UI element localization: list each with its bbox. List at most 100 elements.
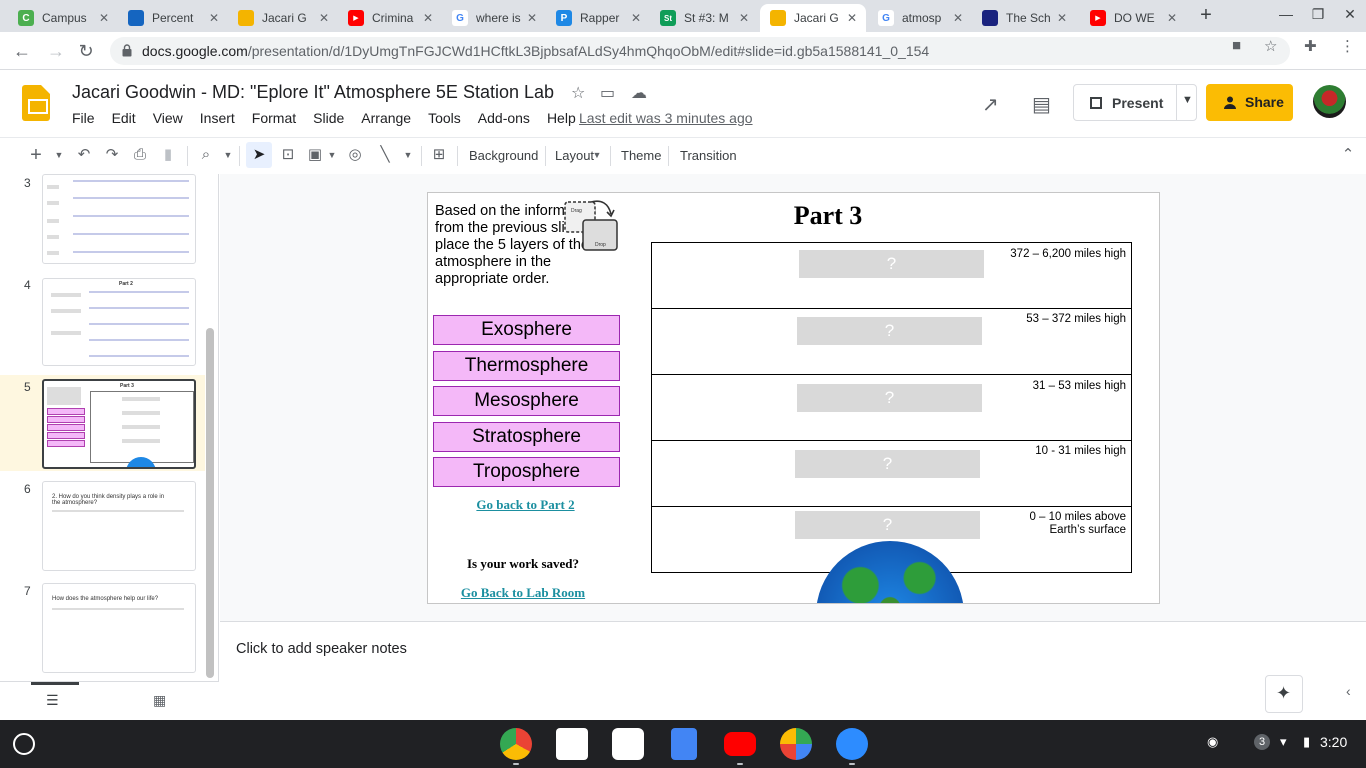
account-avatar[interactable] <box>1313 85 1346 118</box>
chevron-down-icon[interactable]: ▼ <box>1182 94 1193 106</box>
wifi-icon[interactable]: ▾ <box>1280 734 1287 750</box>
menu-tools[interactable]: Tools <box>428 110 461 126</box>
transition-button[interactable]: Transition <box>680 148 737 163</box>
new-slide-icon[interactable]: + <box>26 145 46 165</box>
paint-format-icon[interactable]: ▮ <box>158 146 178 164</box>
shape-icon[interactable]: ◎ <box>345 146 365 164</box>
text-box-icon[interactable]: ⊡ <box>278 146 298 164</box>
side-panel-chevron-icon[interactable]: ‹ <box>1346 683 1351 699</box>
theme-button[interactable]: Theme <box>621 148 661 163</box>
reload-icon[interactable]: ↻ <box>74 40 98 62</box>
drop-zone[interactable]: ? <box>797 384 982 412</box>
slide-thumbnail-6[interactable]: 2. How do you think density plays a role… <box>42 481 196 571</box>
slide-5[interactable]: Based on the information from the previo… <box>427 192 1160 604</box>
browser-tab[interactable]: G where is ✕ <box>442 4 546 32</box>
menu-slide[interactable]: Slide <box>313 110 344 126</box>
layer-card-exosphere[interactable]: Exosphere <box>433 315 620 345</box>
youtube-app-icon[interactable] <box>724 732 756 756</box>
bookmark-star-icon[interactable]: ☆ <box>1264 37 1277 55</box>
close-tab-icon[interactable]: ✕ <box>844 11 860 25</box>
select-cursor-icon[interactable]: ➤ <box>246 142 272 168</box>
slide-thumbnail-4[interactable]: Part 2 <box>42 278 196 366</box>
browser-menu-icon[interactable]: ⋮ <box>1340 37 1355 55</box>
browser-tab[interactable]: The Sch ✕ <box>972 4 1076 32</box>
restore-icon[interactable]: ❐ <box>1308 6 1328 23</box>
menu-file[interactable]: File <box>72 110 95 126</box>
close-tab-icon[interactable]: ✕ <box>1164 11 1180 25</box>
print-icon[interactable]: ⎙ <box>130 146 150 164</box>
add-comment-icon[interactable]: ⊞ <box>429 146 449 164</box>
grid-view-icon[interactable]: ▦ <box>153 692 166 709</box>
move-folder-icon[interactable]: ▭ <box>600 83 615 103</box>
address-bar[interactable]: docs.google.com/presentation/d/1DyUmgTnF… <box>110 37 1290 65</box>
close-tab-icon[interactable]: ✕ <box>524 11 540 25</box>
menu-format[interactable]: Format <box>252 110 296 126</box>
star-icon[interactable]: ☆ <box>571 83 585 103</box>
notes-divider[interactable] <box>220 621 1366 622</box>
chrome-app-icon[interactable] <box>500 728 532 760</box>
chevron-down-icon[interactable]: ▼ <box>398 146 418 164</box>
menu-edit[interactable]: Edit <box>112 110 136 126</box>
browser-tab[interactable]: C Campus ✕ <box>8 4 118 32</box>
extensions-puzzle-icon[interactable]: ✚ <box>1304 37 1317 55</box>
browser-tab[interactable]: P Rapper ✕ <box>546 4 650 32</box>
slide-thumbnail-5-current[interactable]: Part 3 <box>42 379 196 469</box>
browser-tab[interactable]: Percent ✕ <box>118 4 228 32</box>
browser-tab[interactable]: ▶ DO WE ✕ <box>1080 4 1186 32</box>
menu-addons[interactable]: Add-ons <box>478 110 530 126</box>
menu-help[interactable]: Help <box>547 110 576 126</box>
chevron-down-icon[interactable]: ▼ <box>587 146 607 164</box>
cloud-saved-icon[interactable]: ☁ <box>631 83 647 103</box>
layer-card-troposphere[interactable]: Troposphere <box>433 457 620 487</box>
explore-button[interactable] <box>1265 675 1303 713</box>
browser-tab[interactable]: St St #3: M ✕ <box>650 4 758 32</box>
go-back-lab-room-link[interactable]: Go Back to Lab Room <box>448 585 598 601</box>
drop-zone[interactable]: ? <box>799 250 984 278</box>
menu-insert[interactable]: Insert <box>200 110 235 126</box>
close-tab-icon[interactable]: ✕ <box>628 11 644 25</box>
forward-arrow-icon[interactable]: → <box>44 40 68 62</box>
chevron-down-icon[interactable]: ▼ <box>49 146 69 164</box>
docs-app-icon[interactable] <box>671 728 697 760</box>
last-edit-link[interactable]: Last edit was 3 minutes ago <box>579 110 753 126</box>
chevron-down-icon[interactable]: ▼ <box>322 146 342 164</box>
document-title[interactable]: Jacari Goodwin - MD: "Eplore It" Atmosph… <box>72 82 554 103</box>
share-button[interactable]: Share <box>1206 84 1293 121</box>
drop-zone[interactable]: ? <box>795 450 980 478</box>
slide-thumbnail-3[interactable] <box>42 174 196 264</box>
layer-card-thermosphere[interactable]: Thermosphere <box>433 351 620 381</box>
collapse-chevron-up-icon[interactable]: ⌃ <box>1338 146 1358 164</box>
gmail-app-icon[interactable] <box>612 728 644 760</box>
close-window-icon[interactable]: ✕ <box>1340 6 1360 23</box>
clock-time[interactable]: 3:20 <box>1320 734 1347 750</box>
new-tab-button[interactable]: + <box>1196 5 1216 27</box>
media-icon[interactable]: ◉ <box>1207 734 1218 750</box>
menu-arrange[interactable]: Arrange <box>361 110 411 126</box>
line-icon[interactable]: ╲ <box>375 146 395 164</box>
menu-view[interactable]: View <box>153 110 183 126</box>
comments-icon[interactable]: ▤ <box>1032 92 1051 117</box>
chevron-down-icon[interactable]: ▼ <box>218 146 238 164</box>
slide-thumbnail-7[interactable]: How does the atmosphere help our life? <box>42 583 196 673</box>
activity-trend-icon[interactable]: ↗ <box>982 92 999 117</box>
close-tab-icon[interactable]: ✕ <box>1054 11 1070 25</box>
battery-icon[interactable]: ▮ <box>1303 734 1310 750</box>
browser-tab-active[interactable]: Jacari G ✕ <box>760 4 866 32</box>
filmstrip-scrollbar[interactable] <box>206 328 214 678</box>
slides-logo-icon[interactable] <box>22 85 50 121</box>
filmstrip-view-icon[interactable]: ☰ <box>46 692 59 709</box>
undo-icon[interactable]: ↶ <box>74 146 94 164</box>
close-tab-icon[interactable]: ✕ <box>316 11 332 25</box>
speaker-notes[interactable]: Click to add speaker notes <box>236 641 407 657</box>
play-store-icon[interactable] <box>780 728 812 760</box>
minimize-icon[interactable]: — <box>1276 6 1296 22</box>
close-tab-icon[interactable]: ✕ <box>420 11 436 25</box>
browser-tab[interactable]: Jacari G ✕ <box>228 4 338 32</box>
notification-count[interactable]: 3 <box>1254 734 1270 750</box>
drop-zone[interactable]: ? <box>797 317 982 345</box>
pearson-testnav-icon[interactable] <box>556 728 588 760</box>
browser-tab[interactable]: ▶ Crimina ✕ <box>338 4 442 32</box>
layer-card-mesosphere[interactable]: Mesosphere <box>433 386 620 416</box>
launcher-icon[interactable] <box>13 733 35 755</box>
drop-zone[interactable]: ? <box>795 511 980 539</box>
